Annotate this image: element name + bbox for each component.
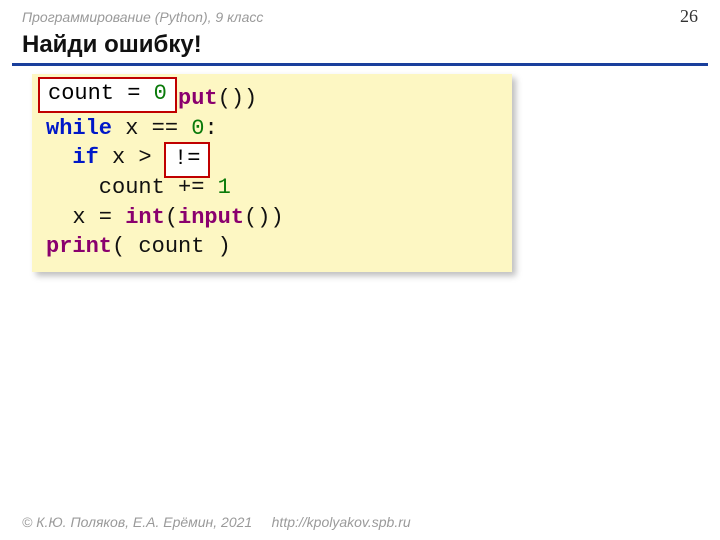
code-area: x = int(input()) while x == 0: if x > 0:… <box>32 74 512 272</box>
title-rule <box>12 63 708 66</box>
code-text: count += <box>46 175 218 200</box>
code-text: ()) <box>244 205 284 230</box>
kw-if: if <box>72 145 98 170</box>
copyright: © К.Ю. Поляков, Е.А. Ерёмин, 2021 <box>22 514 252 530</box>
callout-text: count = <box>48 81 154 106</box>
fn-print: print <box>46 234 112 259</box>
callout-zero: 0 <box>154 81 167 106</box>
code-indent <box>46 145 72 170</box>
code-text: ( <box>165 205 178 230</box>
code-text: x > <box>99 145 165 170</box>
slide-title: Найди ошибку! <box>0 29 720 63</box>
course-label: Программирование (Python), 9 класс <box>22 9 263 25</box>
callout-count-init: count = 0 <box>38 77 177 113</box>
kw-while: while <box>46 116 112 141</box>
num-zero: 0 <box>191 116 204 141</box>
page-number: 26 <box>680 6 698 27</box>
code-text: ( count ) <box>112 234 231 259</box>
code-text: : <box>204 116 217 141</box>
footer-url: http://kpolyakov.spb.ru <box>272 514 411 530</box>
code-text: ()) <box>218 86 258 111</box>
footer: © К.Ю. Поляков, Е.А. Ерёмин, 2021 http:/… <box>22 514 411 530</box>
callout-not-equal: != <box>164 142 210 178</box>
callout-text: != <box>174 146 200 171</box>
num-one: 1 <box>218 175 231 200</box>
code-text: x = <box>46 205 125 230</box>
code-text: x == <box>112 116 191 141</box>
fn-int: int <box>125 205 165 230</box>
fn-input: input <box>178 205 244 230</box>
